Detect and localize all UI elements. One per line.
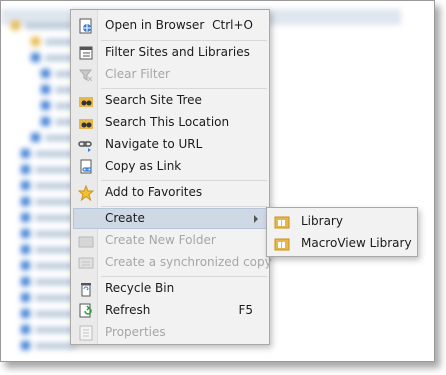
- menu-separator: [101, 40, 267, 41]
- site-icon: [21, 341, 30, 350]
- library-folder-icon: [274, 214, 290, 230]
- site-icon: [31, 133, 40, 142]
- recycle-bin-icon: [78, 281, 94, 297]
- menu-item-label: Create a synchronized copy: [105, 255, 272, 269]
- site-icon: [21, 325, 30, 334]
- folder-icon: [31, 37, 40, 46]
- submenu-item-library[interactable]: Library: [269, 211, 415, 232]
- menu-item-create-new-folder[interactable]: Create New Folder: [73, 230, 267, 251]
- create-submenu: Library MacroView Library: [266, 207, 418, 257]
- menu-separator: [101, 276, 267, 277]
- menu-item-label: Refresh: [105, 303, 151, 317]
- funnel-clear-icon: [78, 67, 94, 83]
- site-icon: [21, 213, 30, 222]
- menu-item-properties[interactable]: Properties: [73, 322, 267, 343]
- menu-item-create-synchronized-copy[interactable]: Create a synchronized copy: [73, 252, 272, 273]
- menu-item-label: Copy as Link: [105, 159, 182, 173]
- site-icon: [21, 309, 30, 318]
- site-icon: [41, 117, 50, 126]
- menu-separator: [101, 88, 267, 89]
- site-icon: [21, 245, 30, 254]
- library-folder-icon: [274, 236, 290, 252]
- menu-item-navigate-to-url[interactable]: Navigate to URL: [73, 134, 267, 155]
- star-icon: [78, 185, 94, 201]
- menu-item-shortcut: F5: [238, 303, 253, 317]
- menu-item-label: Create New Folder: [105, 233, 216, 247]
- site-icon: [21, 261, 30, 270]
- menu-item-refresh[interactable]: Refresh F5: [73, 300, 267, 321]
- folder-icon: [11, 21, 20, 30]
- screenshot-frame: Open in Browser Ctrl+O Filter Sites and …: [0, 0, 435, 362]
- site-icon: [21, 293, 30, 302]
- menu-item-label: Search This Location: [105, 115, 230, 129]
- site-icon: [41, 85, 50, 94]
- menu-item-shortcut: Ctrl+O: [212, 18, 253, 32]
- site-icon: [21, 149, 30, 158]
- site-icon: [21, 277, 30, 286]
- menu-separator: [101, 180, 267, 181]
- context-menu: Open in Browser Ctrl+O Filter Sites and …: [70, 9, 272, 345]
- menu-item-add-to-favorites[interactable]: Add to Favorites: [73, 182, 267, 203]
- menu-item-label: Open in Browser: [105, 18, 205, 32]
- refresh-icon: [78, 303, 94, 319]
- menu-item-label: Clear Filter: [105, 67, 170, 81]
- menu-item-label: Navigate to URL: [105, 137, 203, 151]
- menu-item-filter-sites[interactable]: Filter Sites and Libraries: [73, 42, 267, 63]
- menu-separator: [101, 206, 267, 207]
- submenu-item-label: MacroView Library: [301, 236, 412, 250]
- binoculars-folder-icon: [78, 93, 94, 109]
- tree-row-text: [35, 343, 75, 349]
- menu-item-label: Filter Sites and Libraries: [105, 45, 250, 59]
- properties-icon: [78, 325, 94, 341]
- menu-item-copy-as-link[interactable]: Copy as Link: [73, 156, 267, 177]
- menu-item-open-in-browser[interactable]: Open in Browser Ctrl+O: [73, 15, 267, 36]
- binoculars-folder-icon: [78, 115, 94, 131]
- site-icon: [21, 165, 30, 174]
- site-icon: [41, 101, 50, 110]
- submenu-item-label: Library: [301, 214, 343, 228]
- menu-item-label: Add to Favorites: [105, 185, 203, 199]
- submenu-item-macroview-library[interactable]: MacroView Library: [269, 233, 415, 254]
- menu-item-search-site-tree[interactable]: Search Site Tree: [73, 90, 267, 111]
- site-icon: [21, 197, 30, 206]
- site-icon: [41, 69, 50, 78]
- new-folder-icon: [78, 233, 94, 249]
- site-icon: [31, 53, 40, 62]
- tree-row-text: [35, 231, 75, 237]
- menu-item-search-this-location[interactable]: Search This Location: [73, 112, 267, 133]
- menu-item-clear-filter[interactable]: Clear Filter: [73, 64, 267, 85]
- menu-item-label: Recycle Bin: [105, 281, 175, 295]
- link-arrow-icon: [78, 137, 94, 153]
- globe-page-icon: [78, 18, 94, 34]
- sync-copy-icon: [78, 255, 94, 271]
- submenu-arrow-icon: [254, 215, 258, 223]
- menu-item-label: Properties: [105, 325, 166, 339]
- menu-item-label: Create: [105, 211, 145, 225]
- menu-item-create[interactable]: Create: [73, 208, 267, 229]
- copy-link-icon: [78, 159, 94, 175]
- site-icon: [21, 229, 30, 238]
- filter-list-icon: [78, 45, 94, 61]
- site-icon: [21, 181, 30, 190]
- menu-item-recycle-bin[interactable]: Recycle Bin: [73, 278, 267, 299]
- menu-item-label: Search Site Tree: [105, 93, 202, 107]
